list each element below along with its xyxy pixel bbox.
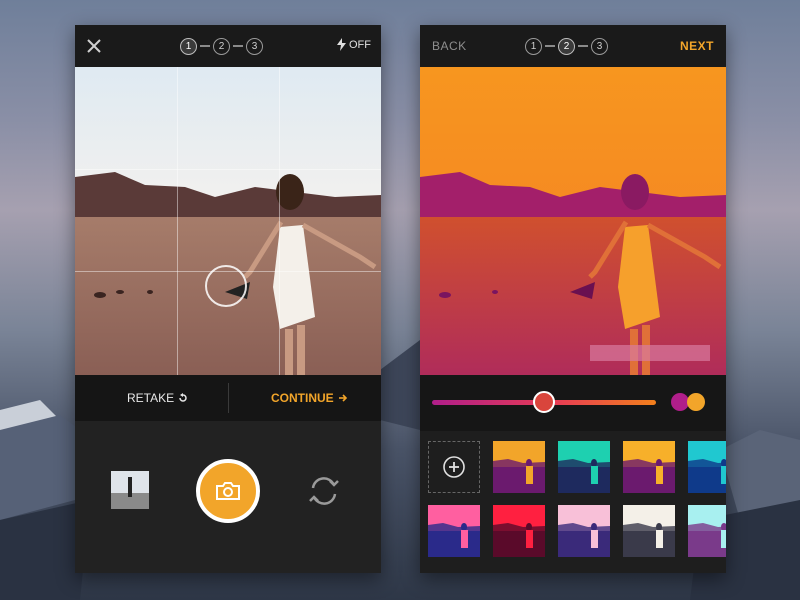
step-connector [233,45,243,47]
back-button[interactable]: BACK [432,39,467,53]
filter-topbar: BACK 1 2 3 NEXT [420,25,726,67]
step-connector [545,45,555,47]
add-filter-button[interactable] [428,441,480,493]
flash-label: OFF [349,38,371,51]
grid-line [279,67,280,375]
step-indicator: 1 2 3 [180,36,276,56]
continue-label: CONTINUE [271,391,334,405]
filter-thumbnail[interactable] [558,505,610,557]
next-button[interactable]: NEXT [680,39,714,53]
camera-screen: 1 2 3 OFF RETAKE CONTINUE [75,25,381,573]
filter-thumbnail[interactable] [623,505,675,557]
capture-actionbar: RETAKE CONTINUE [75,375,381,421]
close-icon[interactable] [85,37,103,55]
filter-thumbnail[interactable] [493,505,545,557]
flash-icon [337,38,346,51]
step-1: 1 [525,37,542,55]
divider [228,383,229,413]
step-3: 3 [246,37,263,55]
filter-screen: BACK 1 2 3 NEXT [420,25,726,573]
gallery-thumbnail[interactable] [111,471,149,509]
duotone-photo [420,67,726,375]
step-connector [200,45,210,47]
continue-button[interactable]: CONTINUE [271,391,348,405]
camera-controls [75,421,381,573]
switch-camera-icon[interactable] [306,473,342,509]
camera-topbar: 1 2 3 OFF [75,25,381,67]
step-2: 2 [213,37,230,55]
filter-thumbnail[interactable] [493,441,545,493]
filter-thumbnail[interactable] [623,441,675,493]
slider-knob[interactable] [533,391,555,413]
focus-ring [205,265,247,307]
grid-line [177,67,178,375]
filter-thumbnail[interactable] [558,441,610,493]
filter-thumbnail[interactable] [688,441,726,493]
undo-icon [179,393,187,402]
camera-viewfinder[interactable] [75,67,381,375]
step-3: 3 [591,37,608,55]
step-connector [578,45,588,47]
shutter-button[interactable] [196,459,260,523]
step-1: 1 [180,37,197,55]
arrow-right-icon [338,394,347,402]
duotone-color-b[interactable] [687,393,705,411]
filter-grid [420,431,726,573]
flash-toggle[interactable]: OFF [337,38,371,51]
camera-icon [216,482,240,500]
filter-thumbnail[interactable] [428,505,480,557]
intensity-slider-area [420,375,726,431]
plus-icon [443,456,465,478]
retake-button[interactable]: RETAKE [127,391,188,405]
viewfinder-photo [75,67,381,375]
step-2: 2 [558,37,575,55]
step-indicator: 1 2 3 [525,36,621,56]
filter-thumbnail[interactable] [688,505,726,557]
grid-line [75,169,381,170]
retake-label: RETAKE [127,391,175,405]
filtered-photo [420,67,726,375]
